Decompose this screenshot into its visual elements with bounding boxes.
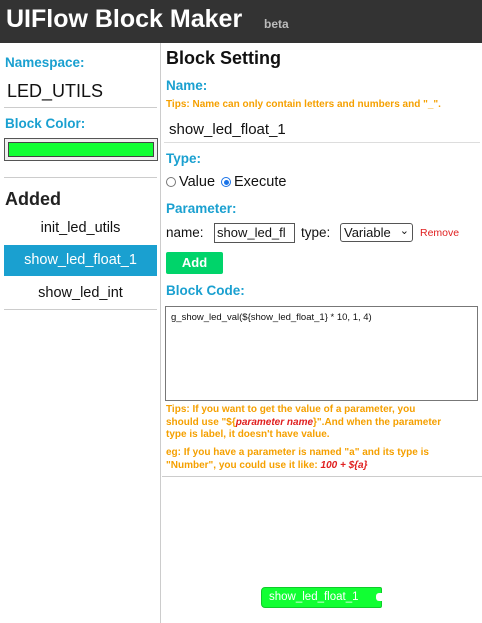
sidebar-item-show-led-int[interactable]: show_led_int <box>4 278 157 309</box>
sidebar-item-show-led-float-1[interactable]: show_led_float_1 <box>4 245 157 276</box>
preview-block[interactable]: show_led_float_1 <box>261 587 382 608</box>
sidebar: Namespace: LED_UTILS Block Color: Added … <box>0 43 161 623</box>
added-title: Added <box>5 189 61 209</box>
code-tip-emphasis: parameter name <box>235 416 314 428</box>
code-tip-text: should use "${ <box>166 416 236 428</box>
example-tip-emphasis: 100 + ${a} <box>320 459 368 471</box>
remove-parameter-link[interactable]: Remove <box>420 227 459 239</box>
preview-block-label: show_led_float_1 <box>269 591 359 603</box>
example-tip: eg: If you have a parameter is named "a"… <box>166 447 429 472</box>
code-tip-line: should use "${parameter name}".And when … <box>166 417 441 430</box>
type-radio-group: Value Execute <box>164 174 286 190</box>
divider <box>4 107 157 108</box>
example-tip-text: "Number", you could use it like: <box>166 459 321 471</box>
code-tip-line: type is label, it doesn't have value. <box>166 429 330 440</box>
divider <box>4 309 157 310</box>
type-value-label[interactable]: Value <box>179 174 215 190</box>
beta-badge: beta <box>264 17 289 31</box>
block-code-label: Block Code: <box>166 283 245 298</box>
add-parameter-button[interactable]: Add <box>166 252 223 274</box>
block-color-label: Block Color: <box>5 116 86 131</box>
param-type-label: type: <box>301 225 331 240</box>
app-title: UIFlow Block Maker <box>6 5 243 33</box>
code-tip-text: }".And when the parameter <box>313 416 442 428</box>
sidebar-item-init-led-utils[interactable]: init_led_utils <box>4 213 157 244</box>
example-tip-line: eg: If you have a parameter is named "a"… <box>166 447 429 458</box>
param-type-select[interactable]: Variable ⌄ <box>340 223 413 242</box>
name-tip: Tips: Name can only contain letters and … <box>166 99 441 110</box>
divider <box>4 177 157 178</box>
block-setting-heading: Block Setting <box>166 48 282 68</box>
type-value-radio[interactable] <box>166 177 176 187</box>
namespace-label: Namespace: <box>5 55 85 70</box>
type-execute-radio[interactable] <box>221 177 232 187</box>
chevron-down-icon: ⌄ <box>399 225 409 237</box>
parameter-label: Parameter: <box>166 201 237 216</box>
divider <box>164 142 480 143</box>
code-tip-line: Tips: If you want to get the value of a … <box>166 404 416 415</box>
app-root: UIFlow Block Maker beta Namespace: LED_U… <box>0 0 482 623</box>
block-color-picker[interactable] <box>4 138 158 161</box>
name-label: Name: <box>166 78 208 93</box>
app-header: UIFlow Block Maker beta <box>0 0 482 43</box>
block-preview-area: show_led_float_1 <box>162 476 482 623</box>
param-name-input[interactable]: show_led_fl <box>214 223 295 243</box>
type-execute-label[interactable]: Execute <box>234 174 286 190</box>
namespace-value[interactable]: LED_UTILS <box>7 81 103 102</box>
param-type-value: Variable <box>344 225 391 240</box>
example-tip-line: "Number", you could use it like: 100 + $… <box>166 460 429 473</box>
type-label: Type: <box>166 151 202 166</box>
block-color-swatch <box>8 142 154 157</box>
param-name-label: name: <box>166 225 204 240</box>
block-name-field[interactable]: show_led_float_1 <box>169 121 286 138</box>
code-tip: Tips: If you want to get the value of a … <box>166 404 441 442</box>
block-connector-notch <box>376 593 382 601</box>
block-code-textarea[interactable]: g_show_led_val(${show_led_float_1} * 10,… <box>165 306 478 401</box>
